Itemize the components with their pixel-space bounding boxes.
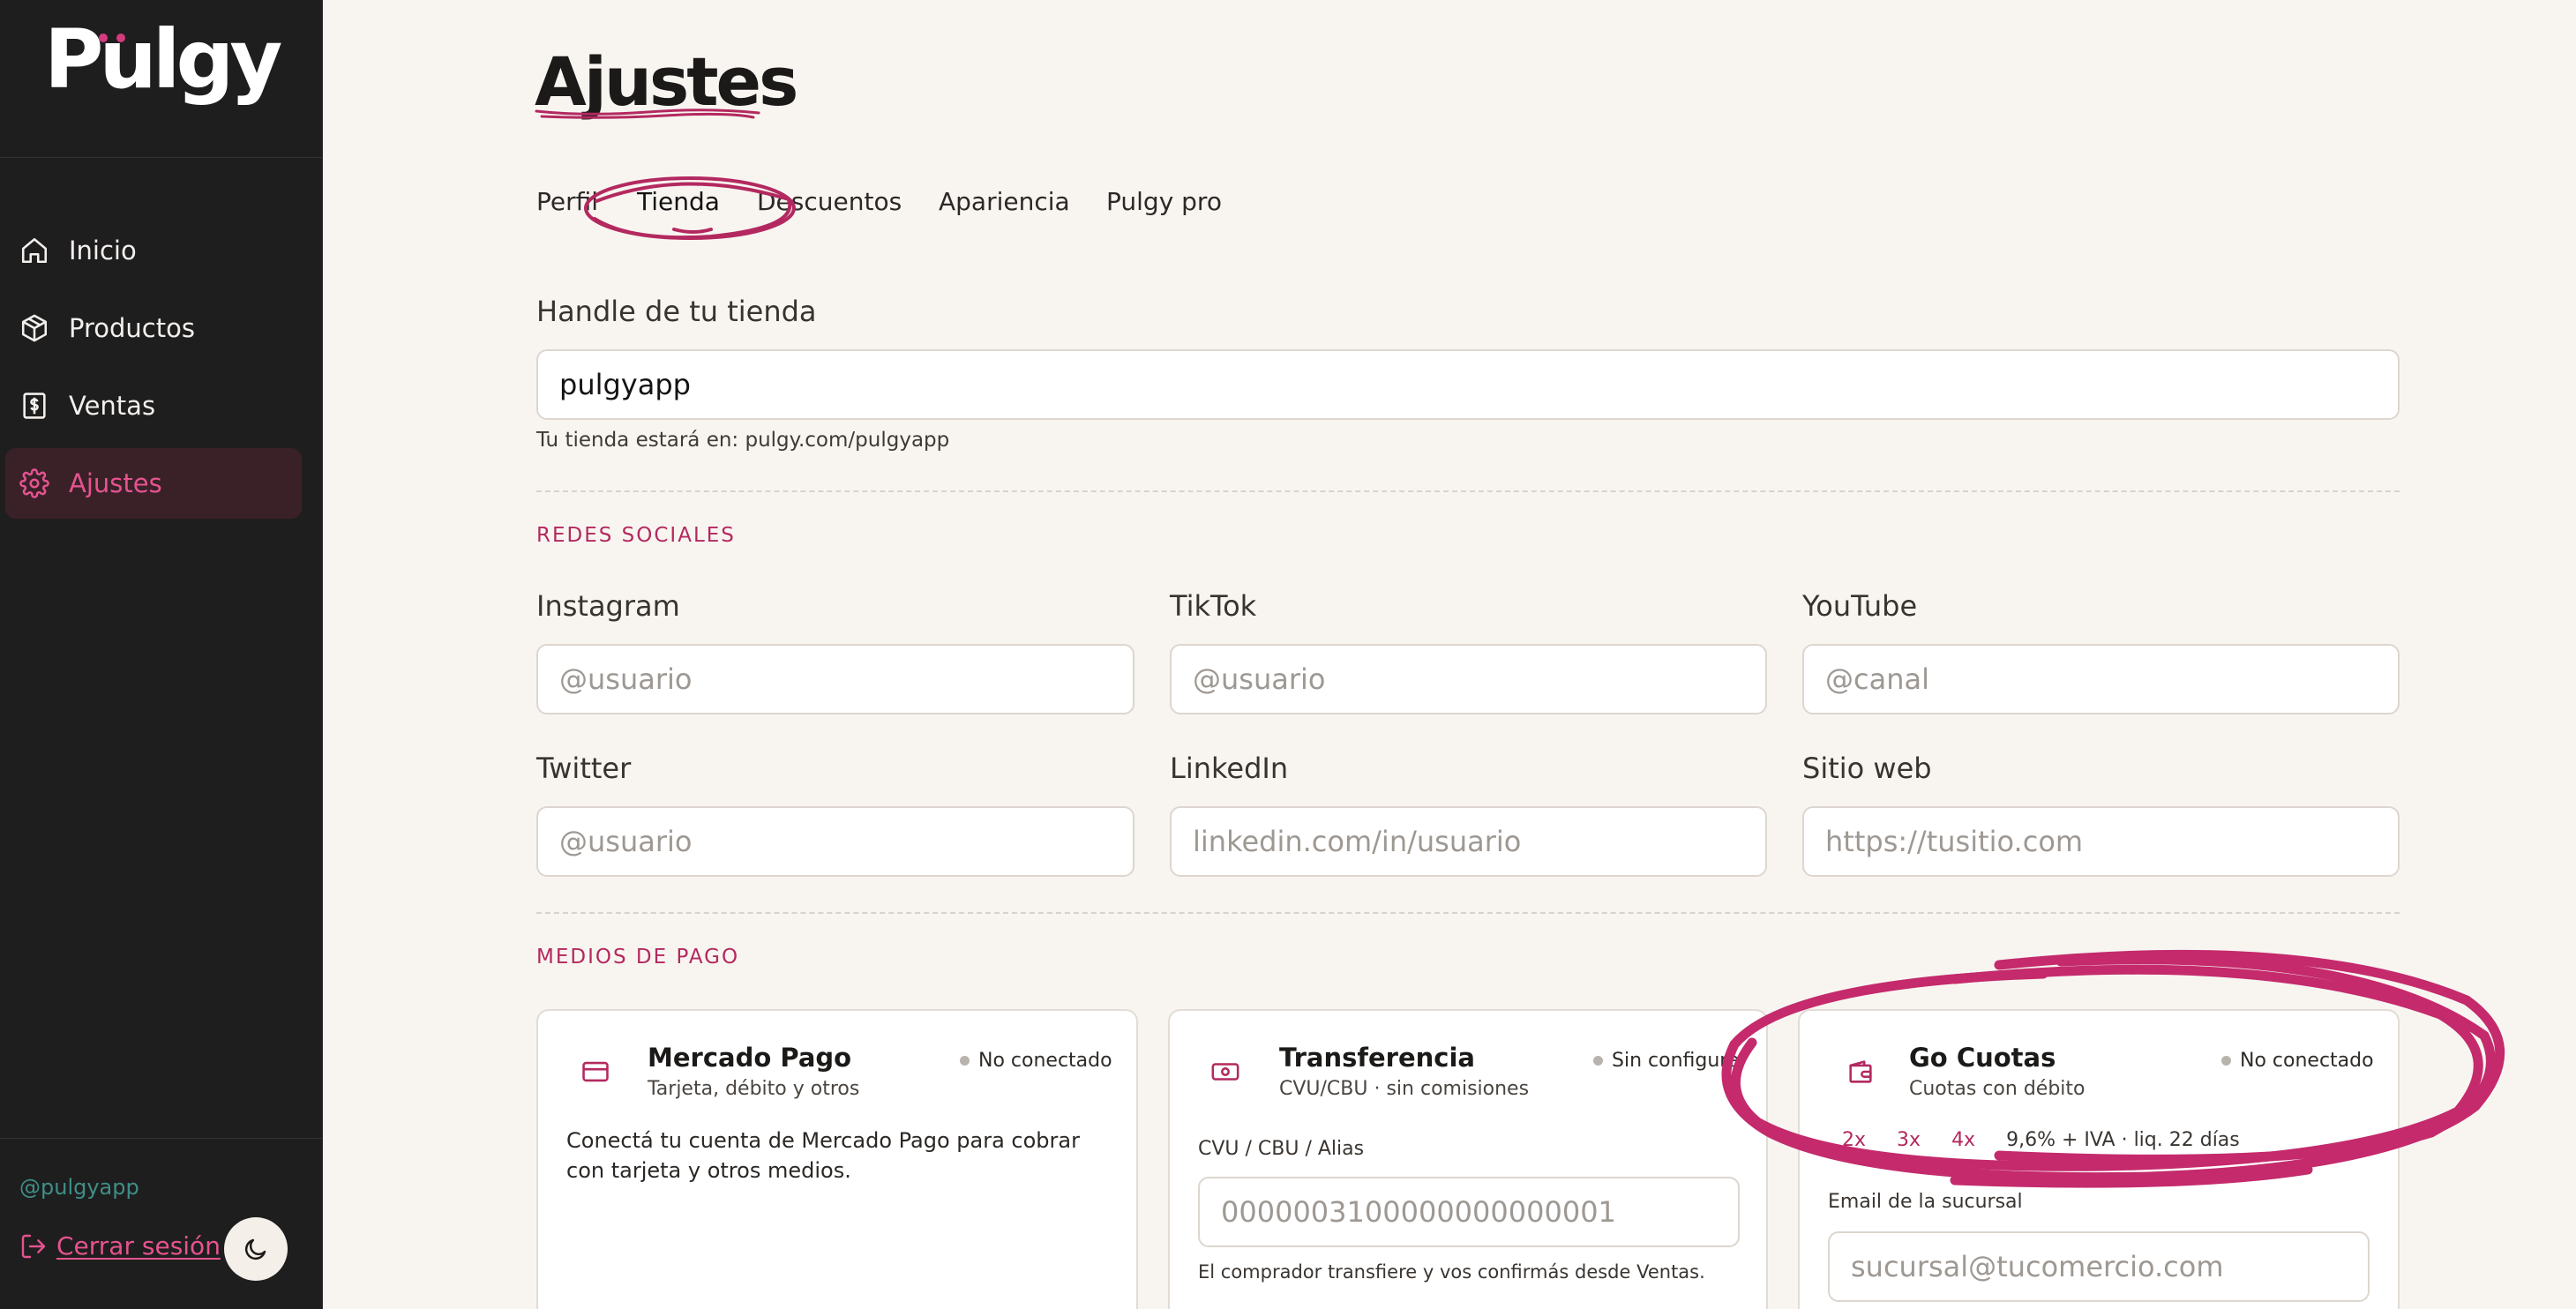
logout-link[interactable]: Cerrar sesión: [19, 1231, 221, 1260]
go-cuotas-card[interactable]: Go Cuotas Cuotas con débito No conectado…: [1798, 1009, 2400, 1309]
logout-icon: [21, 1234, 46, 1258]
installment-option[interactable]: 2x: [1842, 1129, 1866, 1151]
go-cuotas-email-input[interactable]: [1828, 1231, 2370, 1302]
sidebar-item-label: Inicio: [69, 236, 137, 266]
status-dot: [960, 1056, 970, 1066]
twitter-input[interactable]: [536, 806, 1134, 877]
youtube-input[interactable]: [1802, 644, 2400, 714]
sidebar-item-label: Ajustes: [69, 468, 162, 498]
twitter-label: Twitter: [536, 752, 632, 785]
transferencia-card[interactable]: Transferencia CVU/CBU · sin comisiones S…: [1168, 1009, 1768, 1309]
status-dot: [1593, 1056, 1603, 1066]
go-cuotas-installments: 2x 3x 4x 9,6% + IVA · liq. 22 días: [1842, 1129, 2240, 1151]
installment-option[interactable]: 3x: [1897, 1129, 1921, 1151]
cvu-helper: El comprador transfiere y vos confirmás …: [1198, 1261, 1705, 1283]
box-icon: [21, 314, 48, 342]
sidebar-divider: [0, 157, 323, 158]
card-icon: [582, 1061, 609, 1082]
sidebar-item-inicio[interactable]: Inicio: [5, 215, 302, 286]
mercado-pago-description: Conectá tu cuenta de Mercado Pago para c…: [566, 1128, 1080, 1183]
go-cuotas-email-label: Email de la sucursal: [1828, 1191, 2023, 1213]
status-text: Sin configurar: [1612, 1050, 1748, 1072]
transferencia-title: Transferencia: [1279, 1043, 1475, 1073]
theme-toggle-button[interactable]: [224, 1217, 288, 1281]
mercado-pago-status: No conectado: [960, 1050, 1112, 1072]
section-divider: [536, 912, 2400, 914]
linkedin-input[interactable]: [1170, 806, 1767, 877]
moon-icon: [244, 1238, 266, 1260]
mercado-pago-subtitle: Tarjeta, débito y otros: [648, 1078, 860, 1100]
social-section-title: REDES SOCIALES: [536, 524, 736, 547]
mercado-pago-title: Mercado Pago: [648, 1043, 852, 1073]
sidebar: Pulgy Inicio Productos Ventas Ajustes @p…: [0, 0, 323, 1309]
tab-apariencia[interactable]: Apariencia: [939, 187, 1070, 216]
dollar-receipt-icon: [23, 393, 46, 419]
linkedin-label: LinkedIn: [1170, 752, 1289, 785]
logout-label: Cerrar sesión: [56, 1231, 221, 1260]
banknote-icon: [1211, 1063, 1239, 1081]
logo-dots: [99, 34, 129, 44]
sidebar-item-productos[interactable]: Productos: [5, 293, 302, 363]
go-cuotas-subtitle: Cuotas con débito: [1909, 1078, 2086, 1100]
tab-highlight-scribble: [584, 176, 796, 240]
gear-icon: [19, 468, 49, 498]
sidebar-item-ajustes[interactable]: Ajustes: [5, 448, 302, 519]
home-icon: [21, 237, 48, 264]
installment-option[interactable]: 4x: [1951, 1129, 1975, 1151]
wallet-icon: [1849, 1060, 1872, 1083]
go-cuotas-title: Go Cuotas: [1909, 1043, 2056, 1073]
go-cuotas-status: No conectado: [2221, 1050, 2374, 1072]
status-text: No conectado: [978, 1050, 1112, 1072]
website-label: Sitio web: [1802, 752, 1932, 785]
store-handle-input[interactable]: [536, 349, 2400, 420]
store-handle-label: Handle de tu tienda: [536, 295, 817, 328]
go-cuotas-fee: 9,6% + IVA · liq. 22 días: [2006, 1129, 2240, 1151]
sidebar-item-label: Productos: [69, 313, 195, 343]
tiktok-label: TikTok: [1170, 589, 1257, 623]
payments-section-title: MEDIOS DE PAGO: [536, 946, 740, 969]
transferencia-status: Sin configurar: [1593, 1050, 1748, 1072]
sidebar-divider: [0, 1138, 323, 1139]
tiktok-input[interactable]: [1170, 644, 1767, 714]
logo[interactable]: Pulgy: [44, 19, 282, 101]
status-dot: [2221, 1056, 2231, 1066]
sidebar-item-label: Ventas: [69, 391, 156, 421]
tab-pulgy-pro[interactable]: Pulgy pro: [1106, 187, 1222, 216]
instagram-label: Instagram: [536, 589, 680, 623]
status-text: No conectado: [2240, 1050, 2374, 1072]
cvu-label: CVU / CBU / Alias: [1198, 1138, 1365, 1160]
instagram-input[interactable]: [536, 644, 1134, 714]
sidebar-item-ventas[interactable]: Ventas: [5, 370, 302, 441]
website-input[interactable]: [1802, 806, 2400, 877]
section-divider: [536, 490, 2400, 492]
store-handle-helper: Tu tienda estará en: pulgy.com/pulgyapp: [536, 429, 950, 452]
cvu-input[interactable]: [1198, 1177, 1740, 1247]
transferencia-subtitle: CVU/CBU · sin comisiones: [1279, 1078, 1530, 1100]
mercado-pago-card[interactable]: Mercado Pago Tarjeta, débito y otros No …: [536, 1009, 1138, 1309]
youtube-label: YouTube: [1802, 589, 1918, 623]
user-handle: @pulgyapp: [19, 1175, 139, 1200]
title-underline-scribble: [535, 108, 760, 119]
